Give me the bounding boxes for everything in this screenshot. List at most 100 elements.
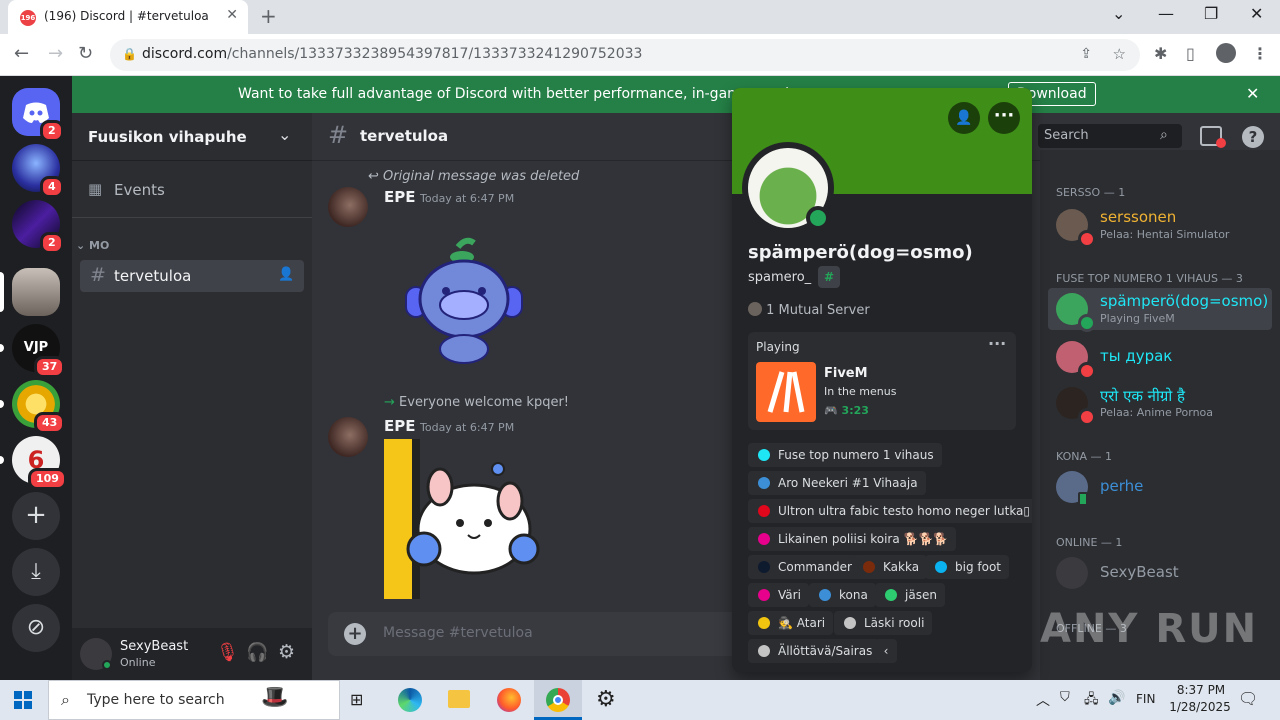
server-list: 2 4 2 VJP 37 43 6 109 + ⤓ ⊘ [0,76,72,680]
message-composer[interactable]: + Message #tervetuloa [328,612,748,656]
role-chip[interactable]: 🕵 Atari [748,611,834,635]
category-header[interactable]: ⌄ MO [76,239,109,252]
events-item[interactable]: ▦ Events [80,175,304,207]
chrome-menu-icon[interactable]: ⋮ [1252,44,1268,63]
address-bar[interactable]: 🔒 discord.com/channels/13337332389543978… [110,39,1140,71]
clock-time[interactable]: 8:37 PM [1172,683,1230,697]
message-author[interactable]: EPE [384,417,416,435]
browser-tab[interactable]: 196 (196) Discord | #tervetuloa | Fuusik… [8,0,248,34]
tab-close-icon[interactable]: ✕ [226,7,238,23]
mic-muted-icon[interactable]: 🎙 [216,642,239,663]
composer-placeholder: Message #tervetuloa [383,625,533,641]
server-name: Fuusikon vihapuhe [88,128,247,146]
profile-avatar-icon[interactable] [1216,43,1236,63]
member-name: serssonen [1100,208,1177,226]
role-color-dot [819,589,831,601]
activity-more-icon[interactable]: ··· [988,334,1006,353]
role-color-dot [935,561,947,573]
attach-plus-icon[interactable]: + [344,623,366,645]
volume-icon[interactable]: 🔊 [1108,690,1125,706]
role-chip[interactable]: big foot [925,555,1009,579]
member-item[interactable]: perhe [1048,466,1272,508]
window-close-icon[interactable]: ✕ [1250,4,1263,23]
role-chip[interactable]: Läski rooli [834,611,933,635]
role-chip[interactable]: Commander [748,555,860,579]
role-chip[interactable]: kona [809,583,876,607]
add-friend-icon[interactable]: 👤 [948,102,980,134]
search-input[interactable]: Search ⌕ [1038,124,1182,148]
reply-reference[interactable]: ↩ Original message was deleted [368,169,579,184]
side-panel-icon[interactable]: ▯ [1186,44,1195,63]
server-icon-current[interactable] [12,268,60,316]
role-chip[interactable]: Ultron ultra fabic testo homo neger lutk… [748,499,1032,523]
help-icon[interactable]: ? [1242,126,1264,148]
role-chip[interactable]: Väri [748,583,809,607]
minimize-icon[interactable]: — [1158,4,1174,23]
fivem-logo-icon [756,362,816,422]
role-chip[interactable]: Likainen poliisi koira 🐕🐕🐕 [748,527,957,551]
security-icon[interactable]: ⛉ [1060,690,1070,705]
role-chip[interactable]: Fuse top numero 1 vihaus [748,443,942,467]
member-item-selected[interactable]: spämperö(dog=osmo) Playing FiveM [1048,288,1272,332]
member-activity: Pelaa: Hentai Simulator [1100,228,1230,241]
firefox-icon[interactable] [497,688,521,712]
headphones-icon[interactable]: 🎧 [246,642,268,663]
create-invite-icon[interactable]: 👤 [278,267,294,282]
member-avatar [1056,557,1088,589]
more-options-icon[interactable]: ··· [988,102,1020,134]
channel-name: tervetuloa [114,267,192,285]
mutual-servers[interactable]: 1 Mutual Server [748,302,870,318]
reload-icon[interactable]: ↻ [78,43,93,64]
add-server-icon[interactable]: + [12,492,60,540]
member-group-header: ONLINE — 1 [1056,536,1123,549]
bookmark-star-icon[interactable]: ☆ [1113,45,1126,63]
settings-gear-icon[interactable]: ⚙ [278,641,295,663]
show-hidden-icons-icon[interactable]: ︿ [1036,690,1050,710]
edge-icon[interactable] [398,688,422,712]
file-explorer-icon[interactable] [448,690,470,708]
role-chip[interactable]: Ällöttävä/Sairas [748,639,881,663]
member-item[interactable]: ты дурак [1048,336,1272,380]
server-badge: 43 [34,412,66,434]
input-language[interactable]: FIN [1136,692,1155,706]
banner-close-icon[interactable]: ✕ [1246,84,1259,103]
channel-item-tervetuloa[interactable]: # tervetuloa 👤 [80,260,304,292]
sticker-image[interactable] [384,439,544,599]
message-avatar[interactable] [328,417,368,457]
settings-app-icon[interactable]: ⚙ [596,687,616,712]
role-chip[interactable]: Kakka [853,555,928,579]
message-avatar[interactable] [328,187,368,227]
taskbar-search-box[interactable]: ⌕ Type here to search 🎩 [48,680,340,720]
user-name: SexyBeast [120,639,189,654]
dm-unread-badge: 2 [40,120,64,142]
restore-icon[interactable]: ❐ [1204,4,1218,23]
member-item[interactable]: एरो एक नीग्रो है Pelaa: Anime Pornoa [1048,382,1272,426]
role-color-dot [758,533,770,545]
member-item[interactable]: SexyBeast [1048,552,1272,594]
share-icon[interactable]: ⇪ [1080,46,1092,62]
search-icon: ⌕ [61,690,70,709]
server-header[interactable]: Fuusikon vihapuhe ⌄ [72,113,312,161]
role-chip[interactable]: Aro Neekeri #1 Vihaaja [748,471,926,495]
new-tab-icon[interactable]: + [260,4,277,28]
back-icon[interactable]: ← [14,43,29,64]
explore-servers-icon[interactable]: ⊘ [12,604,60,652]
role-chip[interactable]: jäsen [875,583,945,607]
download-apps-icon[interactable]: ⤓ [12,548,60,596]
wumpus-sticker[interactable] [400,233,530,369]
notifications-icon[interactable]: 🗨 [1238,689,1258,708]
chrome-taskbar-button[interactable] [534,680,582,720]
message-author[interactable]: EPE [384,188,416,206]
tab-search-icon[interactable]: ⌄ [1112,4,1125,23]
windows-start-icon[interactable] [14,691,32,713]
network-icon[interactable]: 🖧 [1084,690,1099,712]
clock-date[interactable]: 1/28/2025 [1164,700,1236,714]
search-placeholder: Search [1044,128,1089,143]
member-item[interactable]: serssonen Pelaa: Hentai Simulator [1048,204,1272,248]
extensions-icon[interactable]: ✱ [1154,44,1167,63]
user-profile-popout: 👤 ··· spämperö(dog=osmo) spamero_ # 1 Mu… [732,88,1032,672]
server-badge: 2 [40,232,64,254]
forward-icon[interactable]: → [48,43,63,64]
collapse-roles-icon[interactable]: ‹ [875,639,897,663]
task-view-icon[interactable]: ⊞ [350,690,363,709]
